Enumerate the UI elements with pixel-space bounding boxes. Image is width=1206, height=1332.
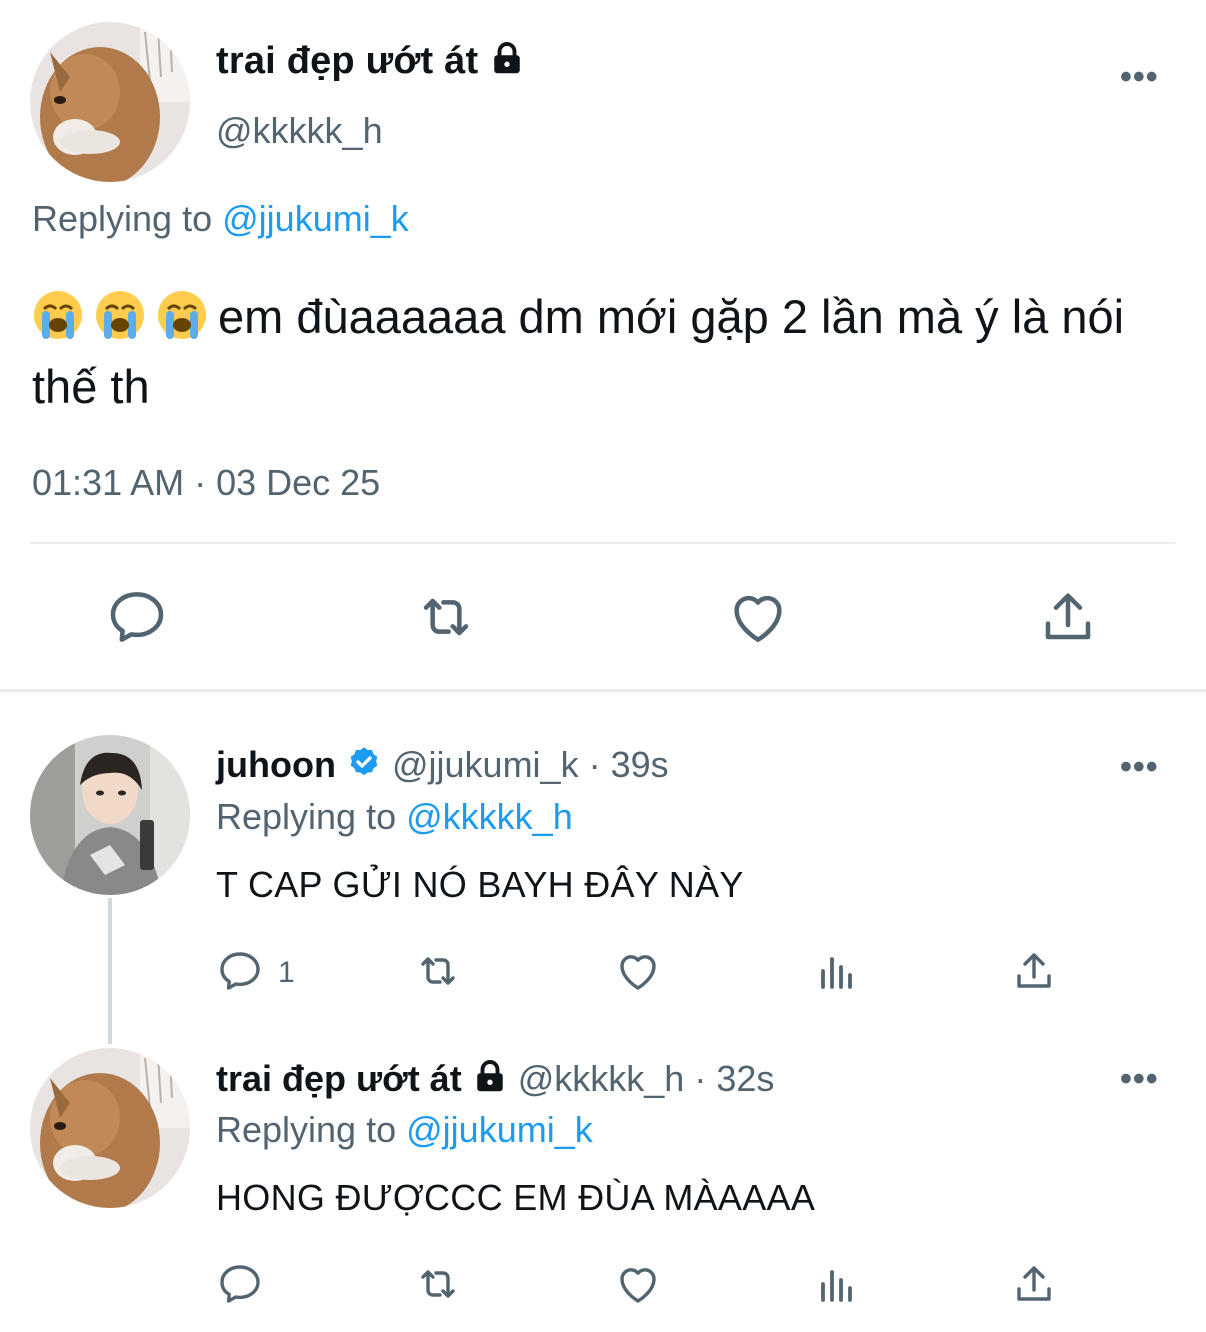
retweet-button[interactable] [414,947,462,995]
share-icon [1045,593,1091,640]
share-button[interactable] [1036,585,1100,649]
section-divider [0,689,1206,692]
views-icon [821,957,852,989]
reply-display-name[interactable]: juhoon [216,744,336,785]
reply-header: trai đẹp ướt át @kkkkk_h · 32s [216,1058,774,1104]
verified-badge-icon [346,745,382,790]
reply-icon [110,592,164,642]
reply-icon [220,952,260,990]
like-button[interactable] [614,1260,662,1308]
main-timestamp[interactable]: 01:31 AM · 03 Dec 25 [32,462,380,504]
more-options-button[interactable]: ••• [1120,60,1159,94]
reply-button[interactable] [105,585,169,649]
like-button[interactable] [614,947,662,995]
reply-replying-to: Replying to @jjukumi_k [216,1109,593,1151]
replying-to-link[interactable]: @kkkkk_h [406,796,573,837]
main-display-name[interactable]: trai đẹp ướt át [216,40,525,87]
thread-line [108,898,112,1044]
retweet-button[interactable] [414,585,478,649]
heart-icon [734,595,782,642]
reply-text: HONG ĐƯỢCCC EM ĐÙA MÀAAAA [216,1177,816,1218]
retweet-icon [421,957,455,985]
reply-replying-to: Replying to @kkkkk_h [216,796,573,838]
reply-button[interactable] [216,1260,264,1308]
views-icon [821,1270,852,1302]
replying-to-link[interactable]: @jjukumi_k [406,1109,593,1150]
main-tweet-text: em đùaaaaaa dm mới gặp 2 lần mà ý là nói… [32,282,1182,422]
retweet-button[interactable] [414,1260,462,1308]
heart-icon [620,1268,656,1303]
replying-to-link[interactable]: @jjukumi_k [222,198,409,239]
reply-count: 1 [278,956,295,989]
share-button[interactable] [1010,947,1058,995]
like-button[interactable] [726,585,790,649]
replying-prefix: Replying to [32,198,213,239]
reply-icon [220,1265,260,1303]
more-options-button[interactable]: ••• [1120,1062,1159,1096]
views-button[interactable] [813,947,861,995]
reply-header: juhoon @jjukumi_k · 39s [216,744,669,790]
reply-avatar[interactable] [30,735,190,895]
heart-icon [620,955,656,990]
share-icon [1017,1266,1051,1301]
retweet-icon [423,598,469,636]
more-options-button[interactable]: ••• [1120,750,1159,784]
retweet-icon [421,1270,455,1298]
main-display-name-text[interactable]: trai đẹp ướt át [216,40,478,82]
reply-handle[interactable]: @kkkkk_h [518,1058,685,1099]
main-handle[interactable]: @kkkkk_h [216,110,383,152]
share-icon [1017,953,1051,988]
share-button[interactable] [1010,1260,1058,1308]
reply-time[interactable]: · 39s [589,744,669,785]
reply-handle[interactable]: @jjukumi_k [392,744,579,785]
reply-avatar[interactable] [30,1048,190,1208]
lock-icon [472,1059,508,1104]
lock-icon [489,41,525,87]
divider [30,542,1175,544]
replying-prefix: Replying to [216,1109,397,1150]
loudly-crying-face-icon [32,289,84,341]
reply-display-name[interactable]: trai đẹp ướt át [216,1058,462,1099]
views-button[interactable] [813,1260,861,1308]
main-replying-to: Replying to @jjukumi_k [32,198,409,240]
loudly-crying-face-icon [156,289,208,341]
loudly-crying-face-icon [94,289,146,341]
replying-prefix: Replying to [216,796,397,837]
reply-text: T CAP GỬI NÓ BAYH ĐÂY NÀY [216,864,744,905]
reply-time[interactable]: · 32s [694,1058,774,1099]
reply-button[interactable] [216,947,264,995]
main-avatar[interactable] [30,22,190,182]
